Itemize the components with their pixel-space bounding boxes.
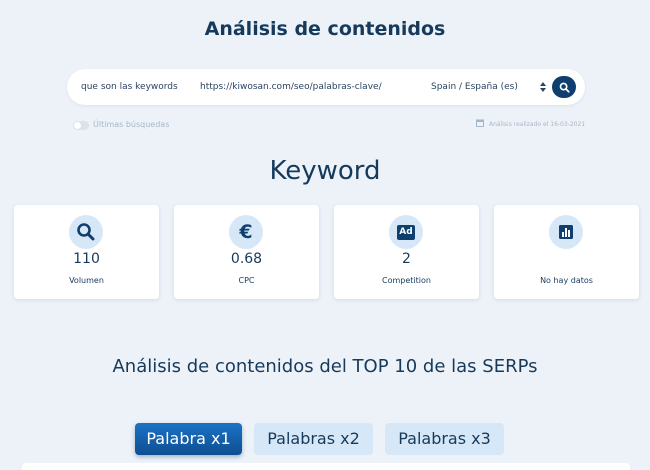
cpc-label: CPC [238, 276, 255, 285]
tab-palabras-x2[interactable]: Palabras x2 [254, 423, 373, 455]
no-data-card: No hay datos [494, 205, 639, 299]
results-panel [22, 463, 630, 470]
cpc-value: 0.68 [230, 251, 263, 267]
competition-value: 2 [402, 251, 411, 267]
volume-label: Volumen [69, 276, 104, 285]
analysis-date: Análisis realizado el 16-03-2021 [489, 121, 586, 128]
no-data-label: No hay datos [540, 276, 593, 285]
competition-card: Ad 2 Competition [334, 205, 479, 299]
search-icon [69, 215, 103, 249]
select-arrows-icon[interactable] [540, 82, 546, 92]
ad-icon: Ad [389, 215, 423, 249]
bar-chart-icon [549, 215, 583, 249]
keyword-input[interactable]: que son las keywords [81, 69, 191, 105]
serp-section-heading: Análisis de contenidos del TOP 10 de las… [112, 356, 538, 377]
volume-value: 110 [73, 251, 100, 267]
euro-icon: € [229, 215, 263, 249]
cpc-card: € 0.68 CPC [174, 205, 319, 299]
search-icon [559, 82, 570, 93]
tab-palabra-x1[interactable]: Palabra x1 [135, 423, 242, 455]
search-button[interactable] [552, 76, 576, 98]
country-select[interactable]: Spain / España (es) [431, 69, 551, 105]
search-bar: que son las keywords https://kiwosan.com… [67, 69, 585, 105]
recent-searches-label: Últimas búsquedas [93, 120, 170, 129]
page-title: Análisis de contenidos [204, 18, 446, 40]
keyword-heading: Keyword [269, 156, 381, 186]
competition-label: Competition [382, 276, 431, 285]
url-input[interactable]: https://kiwosan.com/seo/palabras-clave/ [200, 69, 390, 105]
calendar-icon [476, 119, 484, 127]
volume-card: 110 Volumen [14, 205, 159, 299]
recent-searches-toggle[interactable] [73, 121, 89, 130]
tab-palabras-x3[interactable]: Palabras x3 [385, 423, 504, 455]
